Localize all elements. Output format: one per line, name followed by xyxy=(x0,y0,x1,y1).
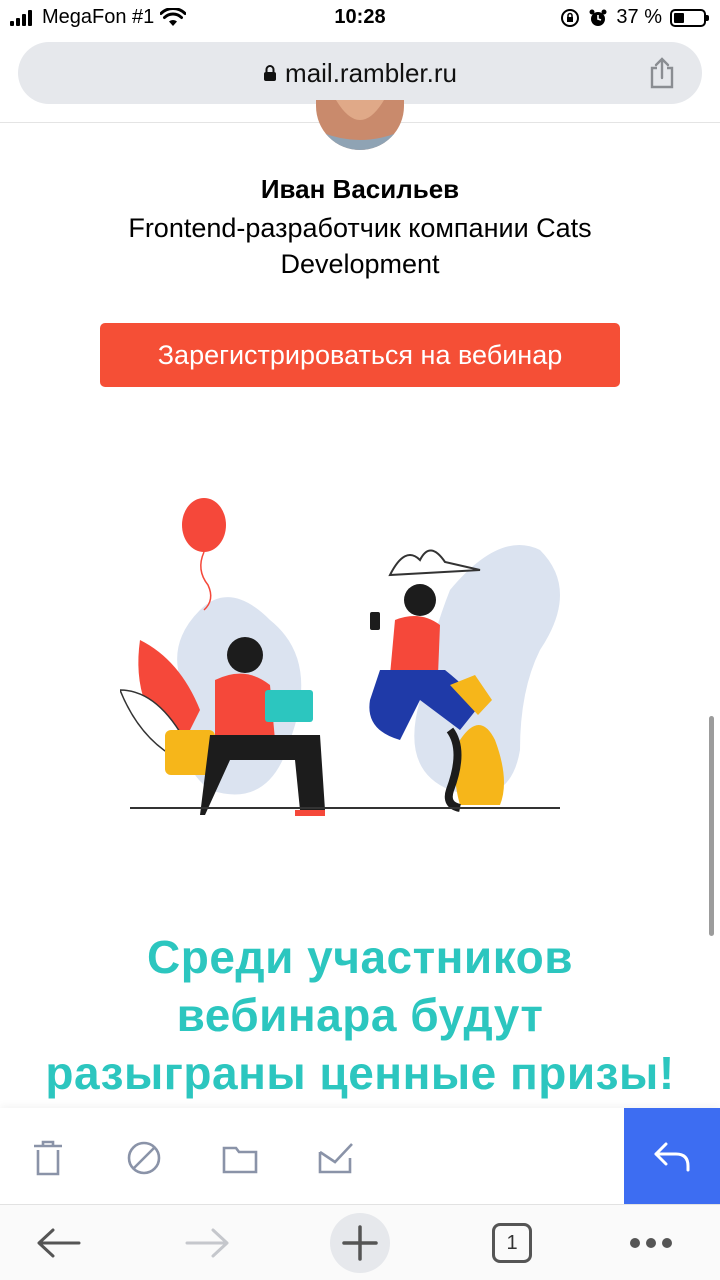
speaker-avatar xyxy=(316,100,404,150)
url-text[interactable]: mail.rambler.ru xyxy=(285,58,457,89)
lock-icon xyxy=(264,65,277,81)
mail-toolbar xyxy=(0,1108,720,1204)
forward-arrow-icon xyxy=(185,1228,229,1258)
prize-line-2: вебинара будут xyxy=(176,989,544,1041)
more-icon xyxy=(630,1238,672,1248)
folder-icon[interactable] xyxy=(220,1138,260,1178)
back-arrow-icon xyxy=(37,1228,81,1258)
battery-percent: 37 % xyxy=(616,6,662,28)
speaker-name: Иван Васильев xyxy=(260,174,460,204)
reply-button[interactable] xyxy=(624,1108,720,1204)
orientation-lock-icon xyxy=(561,8,580,27)
prize-heading: Среди участников вебинара будут разыгран… xyxy=(0,928,720,1102)
reply-icon xyxy=(654,1142,690,1172)
block-icon[interactable] xyxy=(124,1138,164,1178)
status-bar: MegaFon #1 10:28 37 % xyxy=(0,0,720,36)
browser-toolbar: 1 xyxy=(0,1204,720,1280)
tab-count: 1 xyxy=(506,1231,518,1254)
status-right: 37 % xyxy=(560,6,709,29)
trash-icon[interactable] xyxy=(28,1138,68,1178)
forward-button[interactable] xyxy=(180,1215,236,1271)
back-button[interactable] xyxy=(30,1215,86,1271)
prize-line-3: разыграны ценные призы! xyxy=(45,1047,675,1099)
new-tab-icon xyxy=(330,1213,390,1273)
more-button[interactable] xyxy=(626,1215,676,1271)
mark-read-icon[interactable] xyxy=(316,1138,356,1178)
new-tab-button[interactable] xyxy=(330,1213,390,1273)
battery-fill xyxy=(674,12,685,23)
scrollbar[interactable] xyxy=(709,716,714,936)
speaker-role: Frontend-разработчик компании Cats Devel… xyxy=(128,213,592,279)
webinar-illustration xyxy=(120,498,560,816)
prize-line-1: Среди участников xyxy=(147,931,573,983)
tabs-button[interactable]: 1 xyxy=(490,1215,534,1271)
tabs-icon: 1 xyxy=(492,1223,532,1263)
battery-icon xyxy=(670,8,709,27)
share-icon[interactable] xyxy=(648,56,676,90)
url-bar[interactable]: mail.rambler.ru xyxy=(18,42,702,104)
register-webinar-button[interactable]: Зарегистрироваться на вебинар xyxy=(100,323,620,387)
url-center: mail.rambler.ru xyxy=(18,42,702,104)
alarm-icon xyxy=(589,9,607,26)
